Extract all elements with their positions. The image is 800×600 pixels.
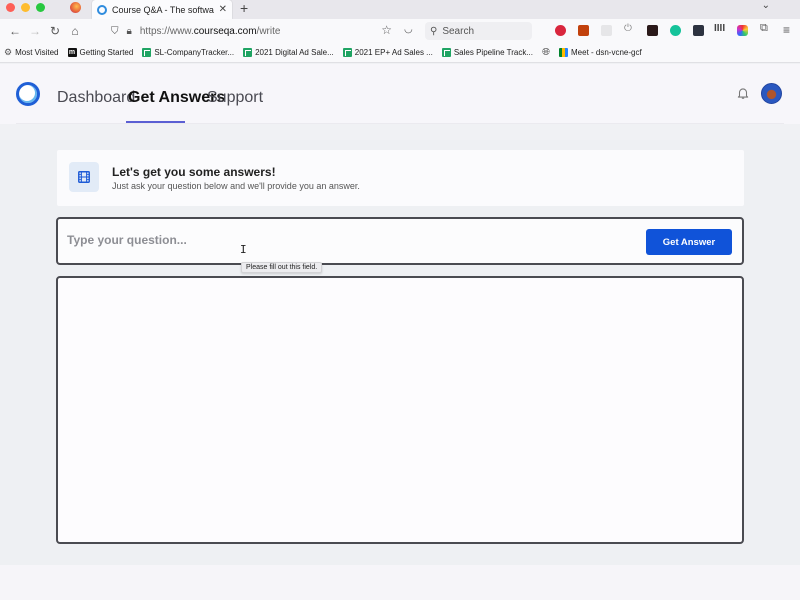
intro-title: Let's get you some answers! (112, 165, 276, 179)
window-controls (6, 3, 45, 12)
sheets-icon (441, 48, 451, 57)
bookmark-star-icon[interactable]: ☆ (381, 23, 392, 37)
hamburger-menu-icon[interactable]: ≡ (783, 23, 790, 37)
film-icon (69, 162, 99, 192)
bookmark-sales-pipeline[interactable]: Sales Pipeline Track... (441, 48, 533, 57)
notification-bell-icon[interactable] (736, 86, 750, 100)
user-avatar[interactable] (761, 83, 782, 104)
bookmarks-toolbar: ⚙ Most Visited m Getting Started SL-Compan… (0, 43, 800, 63)
close-tab-icon[interactable]: ✕ (219, 4, 227, 15)
firefox-view-icon[interactable] (70, 2, 81, 13)
forward-button[interactable]: → (25, 24, 45, 38)
get-answer-button[interactable]: Get Answer (646, 229, 732, 255)
validation-tooltip: Please fill out this field. (241, 262, 323, 273)
bookmark-most-visited[interactable]: ⚙ Most Visited (4, 47, 59, 58)
pocket-icon[interactable]: ◡ (404, 24, 413, 35)
extension-blank-icon[interactable] (601, 25, 612, 36)
sheets-icon (142, 48, 152, 57)
gear-icon: ⚙ (4, 47, 13, 57)
reload-button[interactable]: ↻ (45, 24, 65, 38)
bookmark-sl-companytracker[interactable]: SL-CompanyTracker... (142, 48, 234, 57)
browser-tab-active[interactable]: Course Q&A - The software bui ✕ (92, 0, 232, 19)
tab-list-chevron-icon[interactable]: ⌄ (762, 0, 770, 11)
search-bar[interactable]: ⚲ Search (425, 22, 532, 40)
search-icon: ⚲ (430, 25, 438, 37)
url-bar[interactable]: ⛉ 🔒︎ https://www.courseqa.com/write ☆ (105, 22, 400, 40)
url-text[interactable]: https://www.courseqa.com/write (140, 26, 281, 37)
question-input[interactable] (67, 233, 627, 247)
puzzle-extensions-icon[interactable]: ⧉ (760, 22, 771, 34)
header-divider (16, 123, 784, 124)
adblock-icon[interactable] (555, 25, 566, 36)
bookmark-getting-started[interactable]: m Getting Started (67, 48, 133, 57)
bookmark-meet[interactable]: Meet - dsn-vcne-gcf (559, 48, 642, 57)
active-nav-indicator (126, 121, 185, 123)
google-meet-icon (559, 48, 568, 57)
question-form: Get Answer (56, 217, 744, 265)
extension-bars-icon[interactable]: IIII (714, 23, 725, 34)
nav-dashboard[interactable]: Dashboard (57, 89, 135, 107)
sheets-icon (243, 48, 253, 57)
bookmark-globe[interactable]: 🌐︎ (542, 47, 550, 58)
getting-started-icon: m (67, 48, 77, 57)
courseqa-logo[interactable] (16, 82, 40, 106)
intro-card: Let's get you some answers! Just ask you… (57, 150, 744, 206)
extension-dark-icon[interactable] (693, 25, 704, 36)
footer (0, 565, 800, 600)
close-window-button[interactable] (6, 3, 15, 12)
new-tab-button[interactable]: + (240, 0, 248, 17)
minimize-window-button[interactable] (21, 3, 30, 12)
sheets-icon (342, 48, 352, 57)
extension-colorful-icon[interactable] (737, 25, 748, 36)
maximize-window-button[interactable] (36, 3, 45, 12)
acrobat-icon[interactable] (647, 25, 658, 36)
text-cursor-icon: I (240, 243, 247, 256)
answer-output-area[interactable] (56, 276, 744, 544)
extension-orange-icon[interactable] (578, 25, 589, 36)
tab-title: Course Q&A - The software bui (112, 4, 214, 15)
back-button[interactable]: ← (5, 24, 25, 38)
browser-nav-bar: ← → ↻ ⌂ ⛉ 🔒︎ https://www.courseqa.com/wr… (0, 19, 800, 43)
nav-support[interactable]: Support (207, 89, 263, 107)
lock-icon[interactable]: 🔒︎ (127, 26, 132, 37)
browser-tab-bar: Course Q&A - The software bui ✕ + ⌄ (0, 0, 800, 19)
home-button[interactable]: ⌂ (65, 24, 85, 38)
power-icon[interactable]: ⏻ (624, 23, 635, 34)
tracking-protection-shield-icon[interactable]: ⛉ (111, 26, 119, 37)
grammarly-icon[interactable] (670, 25, 681, 36)
bookmark-2021-digital-ad-sales[interactable]: 2021 Digital Ad Sale... (243, 48, 334, 57)
bookmark-2021-ep-ad-sales[interactable]: 2021 EP+ Ad Sales ... (342, 48, 433, 57)
site-favicon-icon (97, 4, 107, 15)
globe-icon: 🌐︎ (542, 47, 550, 58)
search-placeholder: Search (442, 25, 475, 37)
intro-subtitle: Just ask your question below and we'll p… (112, 181, 360, 191)
